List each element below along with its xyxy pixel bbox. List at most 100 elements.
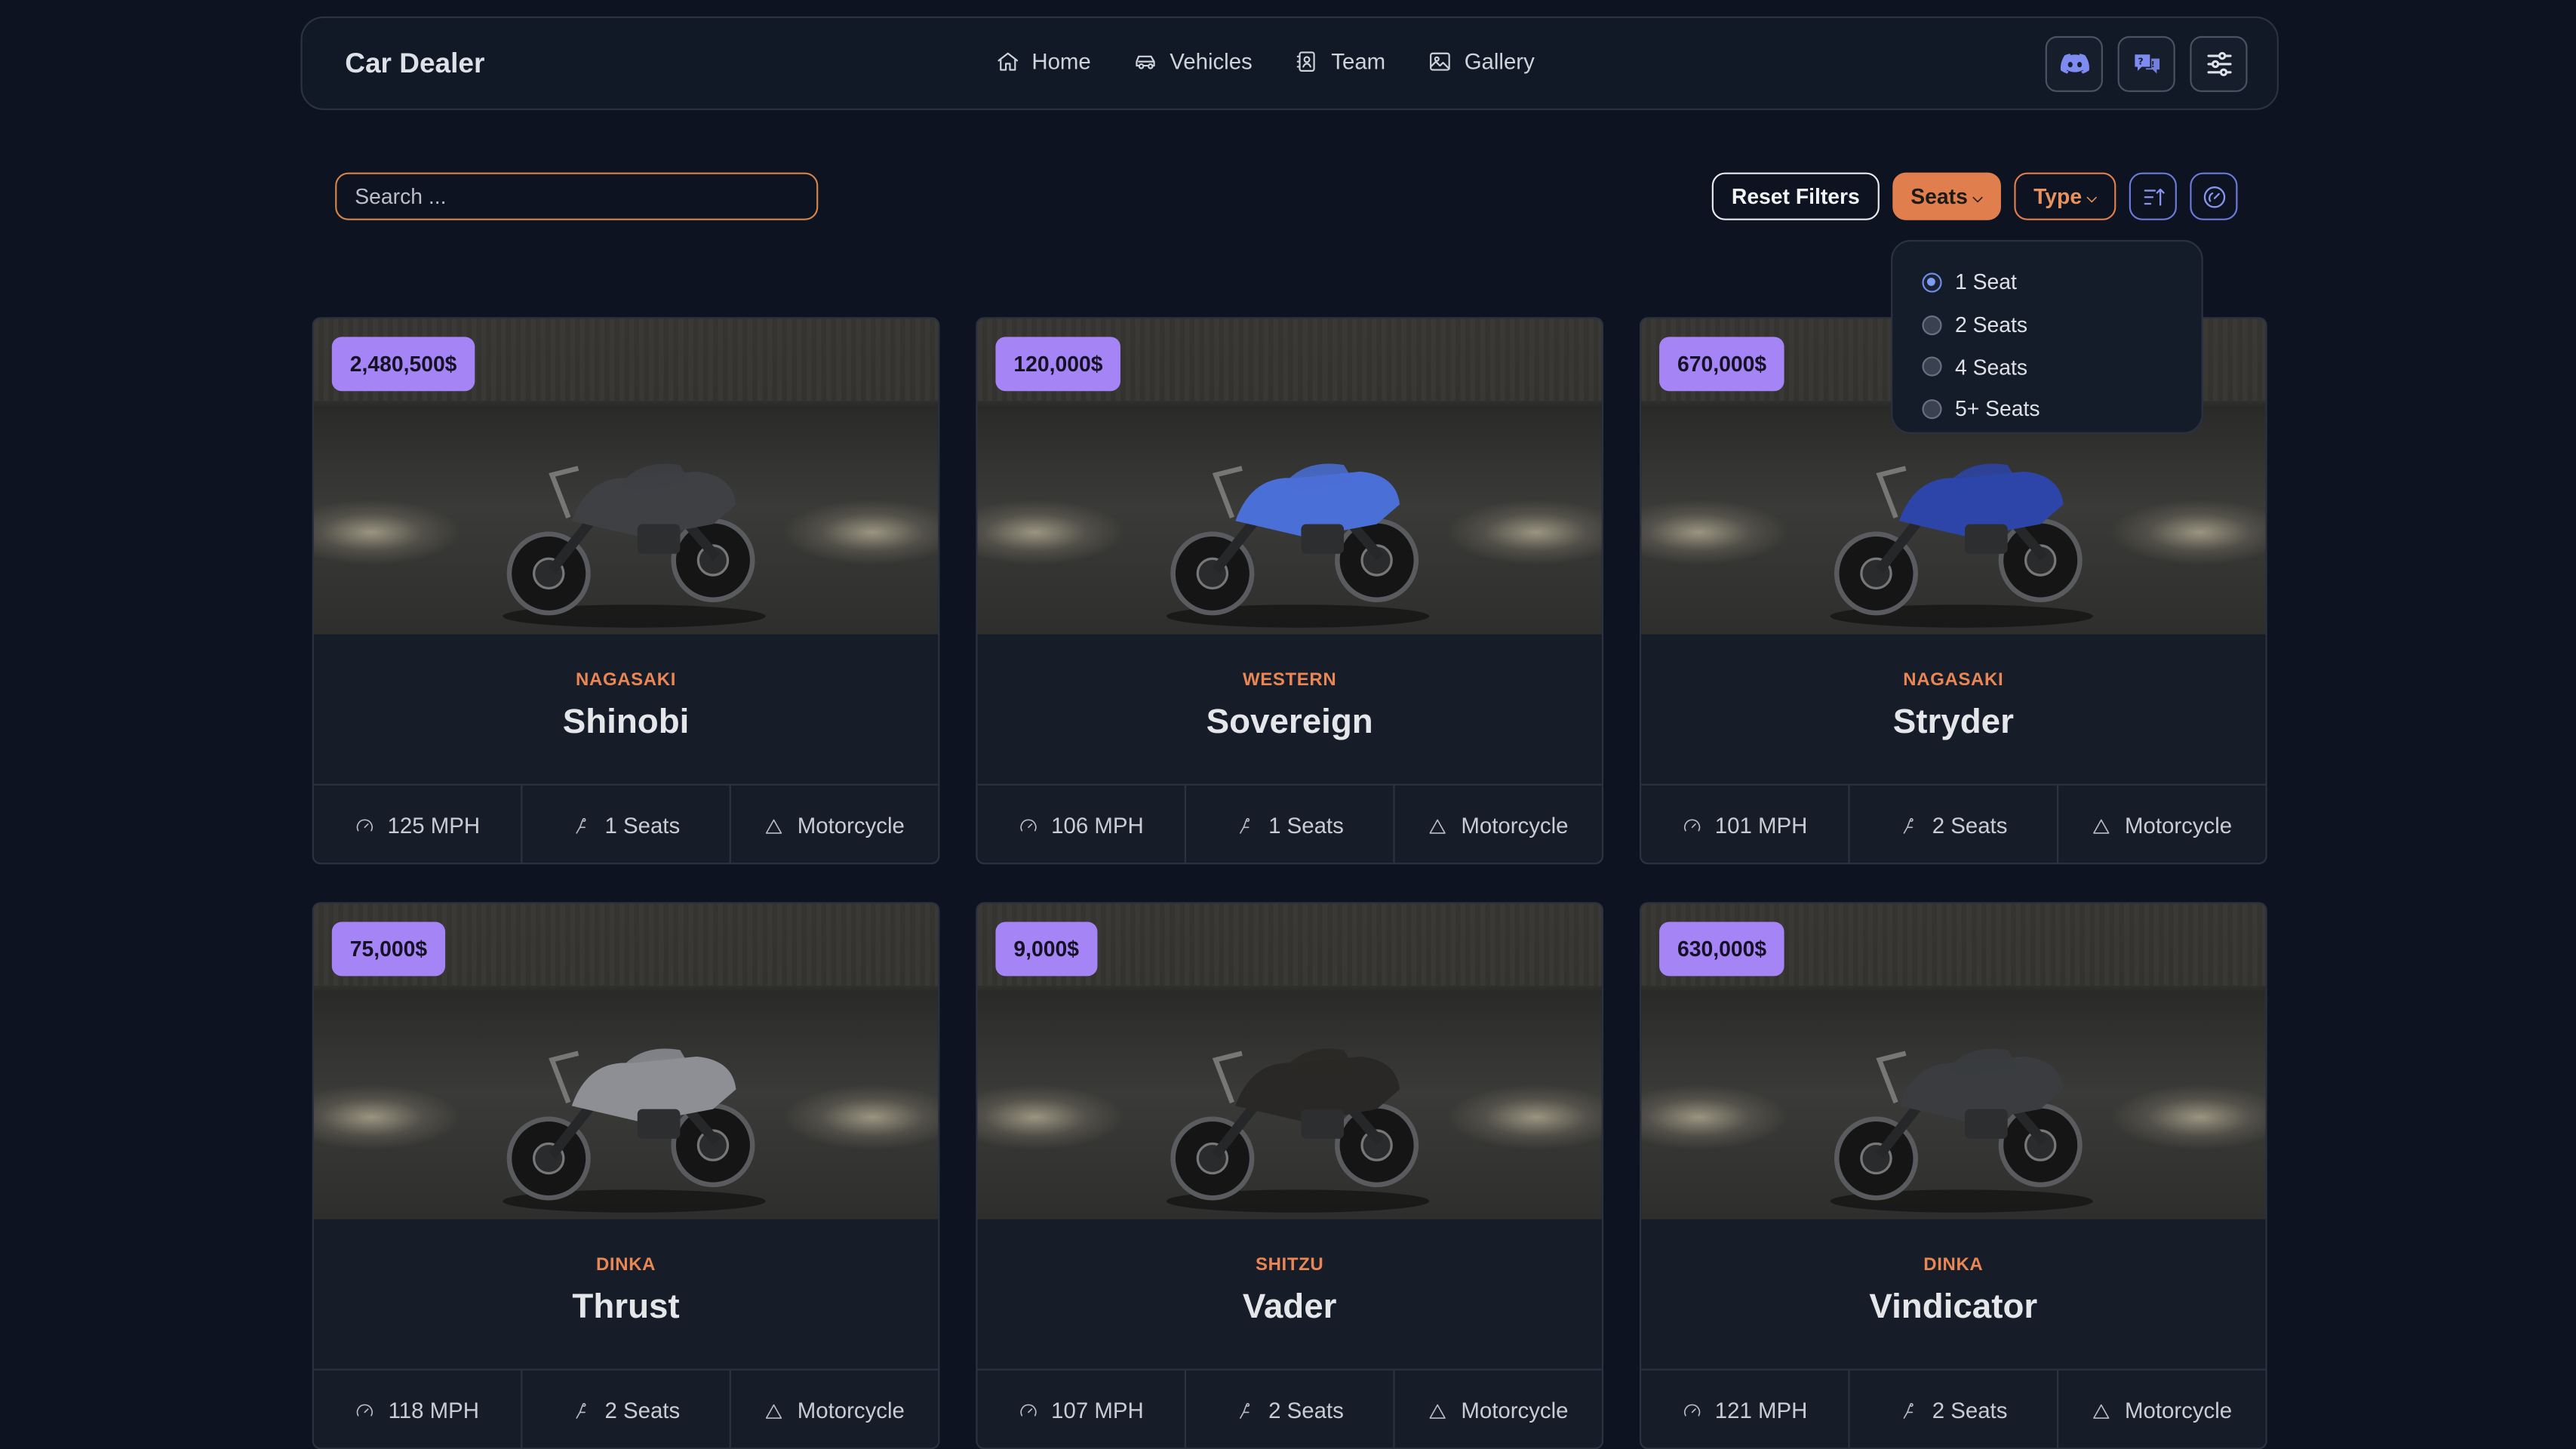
spec-type-value: Motorcycle xyxy=(1461,813,1569,838)
seat-icon xyxy=(1240,1402,1250,1418)
nav-link-home[interactable]: Home xyxy=(995,49,1091,74)
nav-link-label: Gallery xyxy=(1464,49,1535,74)
vehicle-specs: 106 MPH 1 Seats Motorcycle xyxy=(977,783,1602,863)
spec-speed-value: 101 MPH xyxy=(1714,813,1808,838)
nav-link-gallery[interactable]: Gallery xyxy=(1428,49,1535,74)
vehicle-card[interactable]: 2,480,500$ NAGASAKI Shinobi 125 MPH 1 Se… xyxy=(312,317,940,865)
nav-link-vehicles[interactable]: Vehicles xyxy=(1133,49,1253,74)
motorcycle-icon xyxy=(1830,463,2093,628)
speedometer-icon xyxy=(356,818,373,831)
spec-speed: 106 MPH xyxy=(977,786,1184,863)
seat-icon xyxy=(1903,817,1914,833)
seats-option-label: 5+ Seats xyxy=(1954,396,2040,422)
brand-title[interactable]: Car Dealer xyxy=(345,48,484,81)
vehicle-card[interactable]: 75,000$ DINKA Thrust 118 MPH 2 Seats Mot… xyxy=(312,902,940,1449)
search-input[interactable] xyxy=(335,172,819,220)
nav-actions: ?! xyxy=(2045,35,2248,92)
seats-option-5plus[interactable]: 5+ Seats xyxy=(1892,388,2201,430)
price-badge: 9,000$ xyxy=(995,921,1097,977)
vehicle-card[interactable]: 9,000$ SHITZU Vader 107 MPH 2 Seats Moto… xyxy=(976,902,1604,1449)
seats-option-label: 2 Seats xyxy=(1954,312,2027,337)
triangle-icon xyxy=(2093,818,2110,833)
spec-speed: 101 MPH xyxy=(1641,786,1848,863)
vehicle-specs: 125 MPH 1 Seats Motorcycle xyxy=(313,783,939,863)
radio-icon[interactable] xyxy=(1922,315,1942,335)
speedometer-icon xyxy=(357,1403,373,1416)
discord-icon xyxy=(2059,54,2089,74)
spec-speed: 125 MPH xyxy=(314,786,521,863)
seats-option-label: 1 Seat xyxy=(1954,269,2017,295)
navbar: Car Dealer Home Vehicles Team Gallery ? … xyxy=(300,16,2279,110)
motorcycle-icon xyxy=(503,463,766,628)
settings-button[interactable] xyxy=(2190,35,2248,92)
vehicle-model: Sovereign xyxy=(1206,703,1373,741)
sort-button[interactable] xyxy=(2129,172,2178,220)
vehicle-specs: 121 MPH 2 Seats Motorcycle xyxy=(1641,1368,2266,1448)
spec-type-value: Motorcycle xyxy=(2125,813,2233,838)
spec-type: Motorcycle xyxy=(2056,1370,2266,1448)
motorcycle-icon xyxy=(1166,463,1430,628)
vehicle-model: Stryder xyxy=(1892,703,2014,741)
speedometer-icon xyxy=(2203,185,2225,208)
price-badge: 75,000$ xyxy=(331,921,446,977)
spec-type: Motorcycle xyxy=(1393,1370,1602,1448)
price-badge: 2,480,500$ xyxy=(331,337,475,392)
chevron-down-icon: ⌵ xyxy=(2086,189,2097,205)
seats-option-2[interactable]: 2 Seats xyxy=(1892,303,2201,346)
chat-button[interactable]: ?! xyxy=(2117,35,2175,92)
sliders-icon xyxy=(2206,51,2231,76)
chat-icon: ?! xyxy=(2134,54,2159,74)
spec-type-value: Motorcycle xyxy=(797,1398,905,1423)
spec-seats-value: 2 Seats xyxy=(604,1398,681,1423)
vehicle-card[interactable]: 120,000$ WESTERN Sovereign 106 MPH 1 Sea… xyxy=(976,317,1604,865)
svg-text:!: ! xyxy=(2150,60,2154,69)
speed-filter-button[interactable] xyxy=(2190,172,2239,220)
seat-icon xyxy=(1240,817,1250,833)
gallery-icon xyxy=(1430,52,1451,71)
speedometer-icon xyxy=(1683,1403,1700,1416)
type-filter-button[interactable]: Type ⌵ xyxy=(2013,172,2117,220)
spec-type: Motorcycle xyxy=(729,1370,939,1448)
radio-icon[interactable] xyxy=(1922,356,1942,377)
motorcycle-icon xyxy=(1166,1048,1430,1213)
reset-filters-button[interactable]: Reset Filters xyxy=(1711,172,1880,220)
vehicle-model: Vader xyxy=(1242,1288,1337,1327)
type-filter-label: Type xyxy=(2033,183,2083,209)
vehicle-card[interactable]: 630,000$ DINKA Vindicator 121 MPH 2 Seat… xyxy=(1639,902,2267,1449)
price-badge: 120,000$ xyxy=(995,337,1121,392)
spec-type: Motorcycle xyxy=(1393,785,1602,863)
seats-filter-button[interactable]: Seats ⌵ xyxy=(1892,172,2001,220)
seats-option-4[interactable]: 4 Seats xyxy=(1892,346,2201,388)
chevron-down-icon: ⌵ xyxy=(1972,189,1983,205)
seats-dropdown: 1 Seat 2 Seats 4 Seats 5+ Seats xyxy=(1891,239,2203,434)
spec-seats-value: 1 Seats xyxy=(1268,813,1344,838)
motorcycle-icon xyxy=(503,1048,766,1213)
page: Car Dealer Home Vehicles Team Gallery ? … xyxy=(0,0,2576,1449)
vehicle-specs: 101 MPH 2 Seats Motorcycle xyxy=(1641,783,2266,863)
vehicle-brand: DINKA xyxy=(595,1255,656,1275)
spec-speed-value: 118 MPH xyxy=(388,1398,479,1423)
spec-speed: 121 MPH xyxy=(1641,1371,1848,1447)
spec-type-value: Motorcycle xyxy=(1461,1398,1569,1423)
discord-button[interactable] xyxy=(2045,35,2103,92)
spec-speed: 118 MPH xyxy=(314,1371,521,1447)
vehicle-brand: WESTERN xyxy=(1242,670,1337,691)
svg-text:?: ? xyxy=(2137,55,2142,66)
spec-type: Motorcycle xyxy=(2056,785,2266,863)
spec-type-value: Motorcycle xyxy=(2125,1398,2233,1423)
radio-selected-icon[interactable] xyxy=(1922,272,1942,293)
spec-type: Motorcycle xyxy=(729,785,939,863)
nav-link-label: Home xyxy=(1031,49,1091,74)
speedometer-icon xyxy=(1020,818,1037,831)
nav-link-label: Team xyxy=(1331,49,1386,74)
radio-icon[interactable] xyxy=(1922,398,1942,420)
vehicle-model: Shinobi xyxy=(562,703,690,741)
vehicle-brand: NAGASAKI xyxy=(576,670,677,691)
team-icon xyxy=(1297,51,1316,72)
seat-icon xyxy=(576,1402,586,1418)
seats-option-1[interactable]: 1 Seat xyxy=(1892,261,2201,303)
spec-seats: 1 Seats xyxy=(1184,785,1394,863)
vehicle-brand: NAGASAKI xyxy=(1903,670,2004,691)
nav-link-team[interactable]: Team xyxy=(1295,49,1385,74)
spec-speed: 107 MPH xyxy=(977,1371,1184,1447)
